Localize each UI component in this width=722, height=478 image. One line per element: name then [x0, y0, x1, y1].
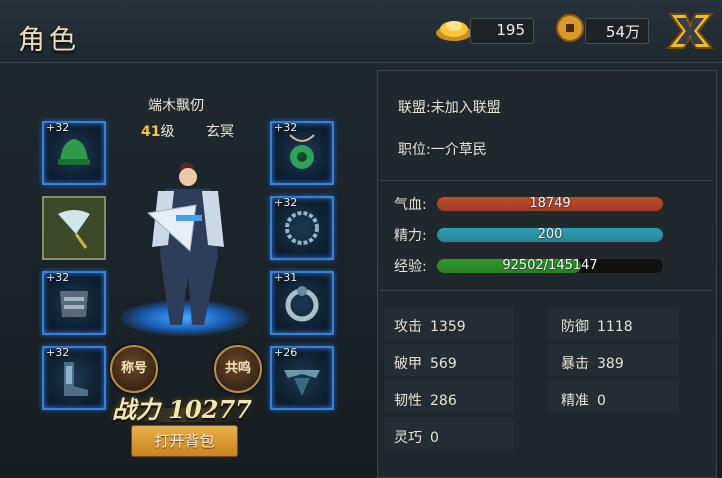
stat-label: 韧性 [394, 393, 422, 409]
gold-ingot-icon [436, 21, 472, 41]
hp-bar: 18749 [436, 196, 664, 212]
equip-slot-weapon[interactable] [42, 196, 106, 260]
stat-value: 0 [597, 393, 606, 409]
stat-accuracy: 精准 0 [561, 390, 606, 410]
stat-value: 1359 [430, 319, 466, 335]
coin-value: 54万 [605, 23, 640, 41]
stat-value: 1118 [597, 319, 633, 335]
hp-label: 气血: [394, 197, 427, 213]
close-button[interactable] [666, 10, 714, 52]
title-button[interactable]: 称号 [110, 345, 158, 393]
exp-bar: 92502/145147 [436, 258, 664, 274]
combat-power-label: 战力 [112, 395, 160, 424]
open-bag-button[interactable]: 打开背包 [131, 425, 238, 457]
attributes-panel [377, 70, 717, 478]
stat-label: 精准 [561, 393, 589, 409]
exp-value: 92502/145147 [502, 258, 598, 273]
resonance-button[interactable]: 共鸣 [214, 345, 262, 393]
stat-label: 破甲 [394, 356, 422, 372]
hat-icon [58, 139, 90, 165]
character-class: 玄冥 [206, 124, 234, 140]
stat-toughness: 韧性 286 [394, 390, 457, 410]
gold-ingot-counter: 195 [470, 18, 534, 44]
page-title: 角色 [18, 25, 80, 56]
copper-coin-icon [556, 14, 584, 42]
position-info: 职位:一介草民 [398, 142, 487, 158]
stat-label: 防御 [561, 319, 589, 335]
level-unit: 级 [160, 124, 175, 140]
exp-label: 经验: [394, 259, 427, 275]
stat-attack: 攻击 1359 [394, 316, 466, 336]
divider [380, 290, 712, 291]
equip-slot-armor[interactable]: +32 [42, 271, 106, 335]
character-level: 41级 [141, 121, 174, 141]
stat-agility: 灵巧 0 [394, 427, 439, 447]
fan-weapon-icon [58, 210, 90, 249]
gold-ingot-value: 195 [496, 21, 525, 39]
equip-slot-boots[interactable]: +32 [42, 346, 106, 410]
stat-value: 0 [430, 430, 439, 446]
stat-crit: 暴击 389 [561, 353, 624, 373]
equip-slot-belt[interactable]: +26 [270, 346, 334, 410]
armor-icon [60, 291, 88, 317]
divider [380, 180, 712, 181]
equip-slot-ring[interactable]: +31 [270, 271, 334, 335]
boots-icon [64, 362, 88, 396]
ring-icon [285, 286, 319, 322]
equip-slot-pendant[interactable]: +32 [270, 121, 334, 185]
belt-icon [284, 370, 320, 396]
stat-value: 569 [430, 356, 457, 372]
necklace-icon [285, 211, 319, 245]
hero-character-icon [146, 162, 224, 325]
jade-pendant-icon [289, 134, 315, 169]
energy-label: 精力: [394, 228, 427, 244]
energy-value: 200 [537, 227, 563, 242]
equip-slot-hat[interactable]: +32 [42, 121, 106, 185]
equip-slot-necklace[interactable]: +32 [270, 196, 334, 260]
level-number: 41 [141, 124, 161, 140]
combat-power: 战力 10277 [112, 390, 252, 425]
alliance-info: 联盟:未加入联盟 [398, 100, 501, 116]
stat-defense: 防御 1118 [561, 316, 633, 336]
stat-label: 灵巧 [394, 430, 422, 446]
character-name: 端木飘仞 [148, 98, 204, 114]
stat-value: 389 [597, 356, 624, 372]
stat-value: 286 [430, 393, 457, 409]
coin-counter: 54万 [585, 18, 649, 44]
stat-pierce: 破甲 569 [394, 353, 457, 373]
stat-label: 暴击 [561, 356, 589, 372]
hp-value: 18749 [529, 196, 571, 211]
stat-label: 攻击 [394, 319, 422, 335]
combat-power-value: 10277 [168, 395, 252, 424]
energy-bar: 200 [436, 227, 664, 243]
